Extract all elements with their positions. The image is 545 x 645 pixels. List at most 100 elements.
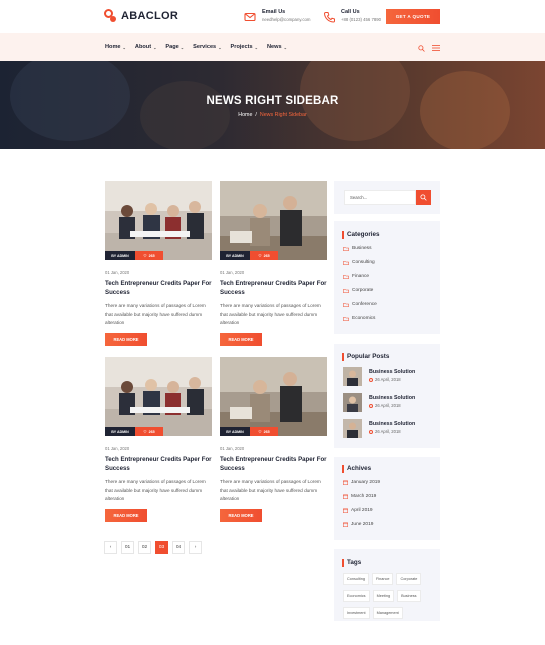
page-banner: NEWS RIGHT SIDEBAR Home / News Right Sideb… — [0, 61, 545, 149]
archive-item[interactable]: March 2019 — [343, 494, 376, 499]
post-image[interactable] — [105, 357, 212, 436]
tag-item[interactable]: Business — [397, 590, 421, 602]
chevron-down-icon: ⌄ — [254, 44, 258, 50]
breadcrumb-home[interactable]: Home — [238, 112, 252, 118]
pagination-page[interactable]: 02 — [138, 541, 151, 554]
archive-label: June 2019 — [351, 522, 374, 527]
nav-item-news[interactable]: News ⌄ — [267, 44, 287, 50]
nav-item-about[interactable]: About ⌄ — [135, 44, 157, 50]
category-item-finance[interactable]: Finance — [343, 274, 369, 279]
archive-item[interactable]: June 2019 — [343, 522, 373, 527]
post-likes[interactable]: ♡ 265 — [250, 251, 278, 260]
tag-item[interactable]: Finance — [371, 573, 394, 585]
post-image[interactable] — [220, 181, 327, 260]
pagination-page-active[interactable]: 03 — [155, 541, 168, 554]
get-quote-button[interactable]: GET A QUOTE — [386, 9, 440, 24]
folder-icon — [343, 274, 349, 279]
tag-item[interactable]: Economics — [343, 590, 370, 602]
post-date: 01 Jan, 2020 — [220, 270, 245, 275]
post-title[interactable]: Tech Entrepreneur Credits Paper For Succ… — [220, 456, 327, 473]
likes-count: 265 — [148, 429, 155, 434]
pagination-prev[interactable]: ‹ — [104, 541, 117, 554]
category-label: Consulting — [352, 260, 375, 265]
category-label: Finance — [352, 274, 370, 279]
archive-label: April 2019 — [351, 508, 373, 513]
post-title[interactable]: Tech Entrepreneur Credits Paper For Succ… — [105, 456, 212, 473]
post-date: 01 Jan, 2020 — [105, 446, 130, 451]
pagination-page[interactable]: 04 — [172, 541, 185, 554]
category-item-economics[interactable]: Economics — [343, 316, 375, 321]
likes-count: 265 — [263, 429, 270, 434]
archive-label: January 2019 — [351, 480, 381, 485]
post-likes[interactable]: ♡ 265 — [135, 251, 163, 260]
clock-icon — [369, 429, 373, 434]
post-image[interactable] — [220, 357, 327, 436]
pagination: ‹ 01 02 03 04 › — [104, 541, 206, 554]
popular-post-item[interactable]: Business Solution 26 April, 2018 — [343, 393, 415, 412]
likes-count: 265 — [263, 253, 270, 258]
email-label: Email Us — [262, 9, 286, 15]
post-title[interactable]: Tech Entrepreneur Credits Paper For Succ… — [105, 280, 212, 297]
chevron-down-icon: ⌄ — [283, 44, 287, 50]
search-input[interactable]: Search... — [344, 190, 416, 205]
calendar-icon — [343, 508, 348, 513]
archive-item[interactable]: January 2019 — [343, 480, 380, 485]
heart-icon: ♡ — [258, 253, 262, 258]
tag-item[interactable]: Investment — [343, 607, 370, 619]
post-title[interactable]: Tech Entrepreneur Credits Paper For Succ… — [220, 280, 327, 297]
post-likes[interactable]: ♡ 265 — [250, 427, 278, 436]
post-excerpt: There are many variations of passages of… — [220, 303, 321, 326]
calendar-icon — [343, 494, 348, 499]
logo[interactable]: ABACLOR — [104, 9, 178, 22]
heart-icon: ♡ — [258, 429, 262, 434]
tag-item[interactable]: Corporate — [396, 573, 422, 585]
calendar-icon — [343, 480, 348, 485]
read-more-button[interactable]: READ MORE — [220, 333, 262, 346]
search-button[interactable] — [416, 190, 431, 205]
category-item-consulting[interactable]: Consulting — [343, 260, 375, 265]
archive-item[interactable]: April 2019 — [343, 508, 373, 513]
popular-post-title: Business Solution — [369, 395, 416, 401]
post-date: 01 Jan, 2020 — [220, 446, 245, 451]
clock-icon — [369, 403, 373, 408]
search-icon[interactable] — [418, 45, 425, 52]
popular-post-title: Business Solution — [369, 421, 416, 427]
nav-item-home[interactable]: Home ⌄ — [105, 44, 126, 50]
nav-item-services[interactable]: Services ⌄ — [193, 44, 221, 50]
hamburger-icon[interactable] — [432, 45, 440, 51]
read-more-button[interactable]: READ MORE — [220, 509, 262, 522]
office-photo — [220, 357, 327, 436]
popular-post-thumb — [343, 367, 362, 386]
widget-title: Categories — [342, 231, 380, 239]
envelope-icon — [244, 12, 256, 22]
office-photo — [220, 181, 327, 260]
nav-label: About — [134, 44, 152, 50]
post-image[interactable] — [105, 181, 212, 260]
category-item-corporate[interactable]: Corporate — [343, 288, 373, 293]
page-title: NEWS RIGHT SIDEBAR — [206, 95, 339, 107]
post-likes[interactable]: ♡ 265 — [135, 427, 163, 436]
tag-item[interactable]: Meeting — [372, 590, 395, 602]
nav-item-projects[interactable]: Projects ⌄ — [231, 44, 258, 50]
email-value[interactable]: needhelp@company.com — [262, 16, 310, 24]
nav-item-page[interactable]: Page ⌄ — [165, 44, 184, 50]
widget-title: Popular Posts — [342, 353, 389, 361]
tag-item[interactable]: Consulting — [343, 573, 369, 585]
folder-icon — [343, 260, 349, 265]
pagination-page[interactable]: 01 — [121, 541, 134, 554]
popular-post-item[interactable]: Business Solution 26 April, 2018 — [343, 367, 415, 386]
popular-post-title: Business Solution — [369, 369, 416, 375]
folder-icon — [343, 288, 349, 293]
read-more-button[interactable]: READ MORE — [105, 509, 147, 522]
category-item-business[interactable]: Business — [343, 246, 371, 251]
chevron-down-icon: ⌄ — [122, 44, 126, 50]
category-item-conference[interactable]: Conference — [343, 302, 377, 307]
archives-widget: Achives January 2019 March 2019 April 20… — [334, 457, 440, 540]
phone-icon — [323, 12, 335, 23]
call-value[interactable]: +88 (0123) 456 7890 — [341, 16, 381, 24]
popular-post-item[interactable]: Business Solution 26 April, 2018 — [343, 419, 415, 438]
heart-icon: ♡ — [143, 429, 147, 434]
pagination-next[interactable]: › — [189, 541, 202, 554]
tag-item[interactable]: Management — [372, 607, 403, 619]
read-more-button[interactable]: READ MORE — [105, 333, 147, 346]
